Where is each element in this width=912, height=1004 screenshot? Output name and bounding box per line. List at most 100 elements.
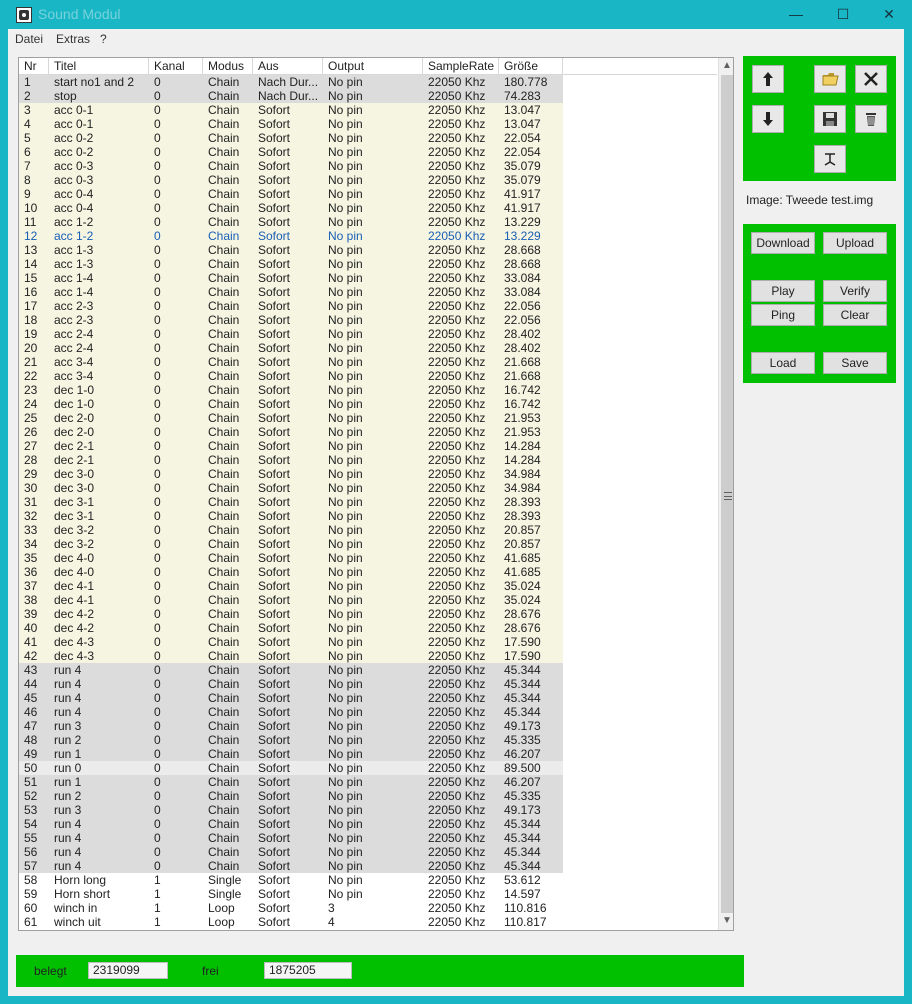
load-button[interactable]: Load: [751, 352, 815, 374]
table-row[interactable]: 44 run 4 0 Chain Sofort No pin 22050 Khz 45.344: [19, 677, 563, 691]
table-row[interactable]: 43 run 4 0 Chain Sofort No pin 22050 Khz 45.344: [19, 663, 563, 677]
table-row[interactable]: 3 acc 0-1 0 Chain Sofort No pin 22050 Khz 13.04…: [19, 103, 563, 117]
table-row[interactable]: 11 acc 1-2 0 Chain Sofort No pin 22050 Khz 13.2…: [19, 215, 563, 229]
table-row[interactable]: 2 stop 0 Chain Nach Dur... No pin 22050 Khz 74.…: [19, 89, 563, 103]
table-row[interactable]: 30 dec 3-0 0 Chain Sofort No pin 22050 Khz 34.9…: [19, 481, 563, 495]
move-down-button[interactable]: [752, 105, 784, 133]
menu-help[interactable]: ?: [100, 32, 107, 46]
menu-datei[interactable]: Datei: [15, 32, 43, 46]
table-row[interactable]: 55 run 4 0 Chain Sofort No pin 22050 Khz 45.344: [19, 831, 563, 845]
table-row[interactable]: 18 acc 2-3 0 Chain Sofort No pin 22050 Khz 22.0…: [19, 313, 563, 327]
table-row[interactable]: 16 acc 1-4 0 Chain Sofort No pin 22050 Khz 33.0…: [19, 285, 563, 299]
menu-extras[interactable]: Extras: [56, 32, 90, 46]
ping-button[interactable]: Ping: [751, 304, 815, 326]
table-row[interactable]: 7 acc 0-3 0 Chain Sofort No pin 22050 Khz 35.07…: [19, 159, 563, 173]
table-row[interactable]: 14 acc 1-3 0 Chain Sofort No pin 22050 Khz 28.6…: [19, 257, 563, 271]
table-row[interactable]: 48 run 2 0 Chain Sofort No pin 22050 Khz 45.335: [19, 733, 563, 747]
table-row[interactable]: 4 acc 0-1 0 Chain Sofort No pin 22050 Khz 13.04…: [19, 117, 563, 131]
column-header-aus[interactable]: Aus: [253, 58, 323, 75]
maximize-button[interactable]: ☐: [820, 0, 866, 29]
table-row[interactable]: 22 acc 3-4 0 Chain Sofort No pin 22050 Khz 21.6…: [19, 369, 563, 383]
table-row[interactable]: 6 acc 0-2 0 Chain Sofort No pin 22050 Khz 22.05…: [19, 145, 563, 159]
table-row[interactable]: 42 dec 4-3 0 Chain Sofort No pin 22050 Khz 17.5…: [19, 649, 563, 663]
close-window-button[interactable]: ✕: [866, 0, 912, 29]
table-row[interactable]: 19 acc 2-4 0 Chain Sofort No pin 22050 Khz 28.4…: [19, 327, 563, 341]
table-row[interactable]: 26 dec 2-0 0 Chain Sofort No pin 22050 Khz 21.9…: [19, 425, 563, 439]
column-header-titel[interactable]: Titel: [49, 58, 149, 75]
table-row[interactable]: 32 dec 3-1 0 Chain Sofort No pin 22050 Khz 28.3…: [19, 509, 563, 523]
scroll-down-icon[interactable]: ▼: [719, 913, 733, 929]
table-row[interactable]: 47 run 3 0 Chain Sofort No pin 22050 Khz 49.173: [19, 719, 563, 733]
table-row[interactable]: 27 dec 2-1 0 Chain Sofort No pin 22050 Khz 14.2…: [19, 439, 563, 453]
table-row[interactable]: 58 Horn long 1 Single Sofort No pin 22050 Khz 5…: [19, 873, 563, 887]
table-row[interactable]: 41 dec 4-3 0 Chain Sofort No pin 22050 Khz 17.5…: [19, 635, 563, 649]
column-header-modus[interactable]: Modus: [203, 58, 253, 75]
table-row[interactable]: 10 acc 0-4 0 Chain Sofort No pin 22050 Khz 41.9…: [19, 201, 563, 215]
cell-nr: 48: [24, 733, 38, 747]
table-row[interactable]: 1 start no1 and 2 0 Chain Nach Dur... No pin 2…: [19, 75, 563, 89]
table-row[interactable]: 21 acc 3-4 0 Chain Sofort No pin 22050 Khz 21.6…: [19, 355, 563, 369]
table-row[interactable]: 25 dec 2-0 0 Chain Sofort No pin 22050 Khz 21.9…: [19, 411, 563, 425]
table-row[interactable]: 12 acc 1-2 0 Chain Sofort No pin 22050 Khz 13.2…: [19, 229, 563, 243]
column-header-samplerate[interactable]: SampleRate: [423, 58, 499, 75]
table-row[interactable]: 50 run 0 0 Chain Sofort No pin 22050 Khz 89.500: [19, 761, 563, 775]
table-row[interactable]: 28 dec 2-1 0 Chain Sofort No pin 22050 Khz 14.2…: [19, 453, 563, 467]
title-bar[interactable]: Sound Modul — ☐ ✕: [0, 0, 912, 29]
table-row[interactable]: 9 acc 0-4 0 Chain Sofort No pin 22050 Khz 41.91…: [19, 187, 563, 201]
delete-button[interactable]: [855, 65, 887, 93]
table-row[interactable]: 40 dec 4-2 0 Chain Sofort No pin 22050 Khz 28.6…: [19, 621, 563, 635]
column-header-output[interactable]: Output: [323, 58, 423, 75]
scroll-up-icon[interactable]: ▲: [719, 58, 733, 74]
table-row[interactable]: 24 dec 1-0 0 Chain Sofort No pin 22050 Khz 16.7…: [19, 397, 563, 411]
table-row[interactable]: 46 run 4 0 Chain Sofort No pin 22050 Khz 45.344: [19, 705, 563, 719]
play-button[interactable]: Play: [751, 280, 815, 302]
table-row[interactable]: 39 dec 4-2 0 Chain Sofort No pin 22050 Khz 28.6…: [19, 607, 563, 621]
column-header-nr[interactable]: Nr: [19, 58, 49, 75]
column-header-kanal[interactable]: Kanal: [149, 58, 203, 75]
table-row[interactable]: 57 run 4 0 Chain Sofort No pin 22050 Khz 45.344: [19, 859, 563, 873]
app-icon[interactable]: [16, 7, 32, 23]
table-row[interactable]: 31 dec 3-1 0 Chain Sofort No pin 22050 Khz 28.3…: [19, 495, 563, 509]
open-file-button[interactable]: [814, 65, 846, 93]
table-row[interactable]: 35 dec 4-0 0 Chain Sofort No pin 22050 Khz 41.6…: [19, 551, 563, 565]
table-row[interactable]: 8 acc 0-3 0 Chain Sofort No pin 22050 Khz 35.07…: [19, 173, 563, 187]
clear-button[interactable]: Clear: [823, 304, 887, 326]
table-row[interactable]: 23 dec 1-0 0 Chain Sofort No pin 22050 Khz 16.7…: [19, 383, 563, 397]
table-row[interactable]: 15 acc 1-4 0 Chain Sofort No pin 22050 Khz 33.0…: [19, 271, 563, 285]
scroll-thumb[interactable]: [721, 75, 733, 913]
cell-groesse: 49.173: [504, 803, 541, 817]
trash-button[interactable]: [855, 105, 887, 133]
table-row[interactable]: 53 run 3 0 Chain Sofort No pin 22050 Khz 49.173: [19, 803, 563, 817]
save-file-button[interactable]: [814, 105, 846, 133]
table-row[interactable]: 20 acc 2-4 0 Chain Sofort No pin 22050 Khz 28.4…: [19, 341, 563, 355]
download-button[interactable]: Download: [751, 232, 815, 254]
table-row[interactable]: 37 dec 4-1 0 Chain Sofort No pin 22050 Khz 35.0…: [19, 579, 563, 593]
table-row[interactable]: 13 acc 1-3 0 Chain Sofort No pin 22050 Khz 28.6…: [19, 243, 563, 257]
table-row[interactable]: 5 acc 0-2 0 Chain Sofort No pin 22050 Khz 22.05…: [19, 131, 563, 145]
table-row[interactable]: 59 Horn short 1 Single Sofort No pin 22050 Khz…: [19, 887, 563, 901]
table-row[interactable]: 36 dec 4-0 0 Chain Sofort No pin 22050 Khz 41.6…: [19, 565, 563, 579]
save-button[interactable]: Save: [823, 352, 887, 374]
table-row[interactable]: 45 run 4 0 Chain Sofort No pin 22050 Khz 45.344: [19, 691, 563, 705]
column-header-groesse[interactable]: Größe: [499, 58, 563, 75]
table-row[interactable]: 29 dec 3-0 0 Chain Sofort No pin 22050 Khz 34.9…: [19, 467, 563, 481]
table-row[interactable]: 49 run 1 0 Chain Sofort No pin 22050 Khz 46.207: [19, 747, 563, 761]
cell-groesse: 46.207: [504, 747, 541, 761]
upload-button[interactable]: Upload: [823, 232, 887, 254]
table-row[interactable]: 61 winch uit 1 Loop Sofort 4 22050 Khz 110.817: [19, 915, 563, 929]
table-row[interactable]: 54 run 4 0 Chain Sofort No pin 22050 Khz 45.344: [19, 817, 563, 831]
table-row[interactable]: 34 dec 3-2 0 Chain Sofort No pin 22050 Khz 20.8…: [19, 537, 563, 551]
table-row[interactable]: 51 run 1 0 Chain Sofort No pin 22050 Khz 46.207: [19, 775, 563, 789]
verify-button[interactable]: Verify: [823, 280, 887, 302]
table-row[interactable]: 17 acc 2-3 0 Chain Sofort No pin 22050 Khz 22.0…: [19, 299, 563, 313]
table-row[interactable]: 60 winch in 1 Loop Sofort 3 22050 Khz 110.816: [19, 901, 563, 915]
sound-list[interactable]: Nr Titel Kanal Modus Aus Output SampleRa…: [18, 57, 734, 931]
move-up-button[interactable]: [752, 65, 784, 93]
tool-button[interactable]: [814, 145, 846, 173]
table-row[interactable]: 38 dec 4-1 0 Chain Sofort No pin 22050 Khz 35.0…: [19, 593, 563, 607]
table-row[interactable]: 52 run 2 0 Chain Sofort No pin 22050 Khz 45.335: [19, 789, 563, 803]
table-row[interactable]: 56 run 4 0 Chain Sofort No pin 22050 Khz 45.344: [19, 845, 563, 859]
table-row[interactable]: 33 dec 3-2 0 Chain Sofort No pin 22050 Khz 20.8…: [19, 523, 563, 537]
minimize-button[interactable]: —: [773, 0, 819, 29]
vertical-scrollbar[interactable]: ▲ ▼: [718, 58, 733, 930]
